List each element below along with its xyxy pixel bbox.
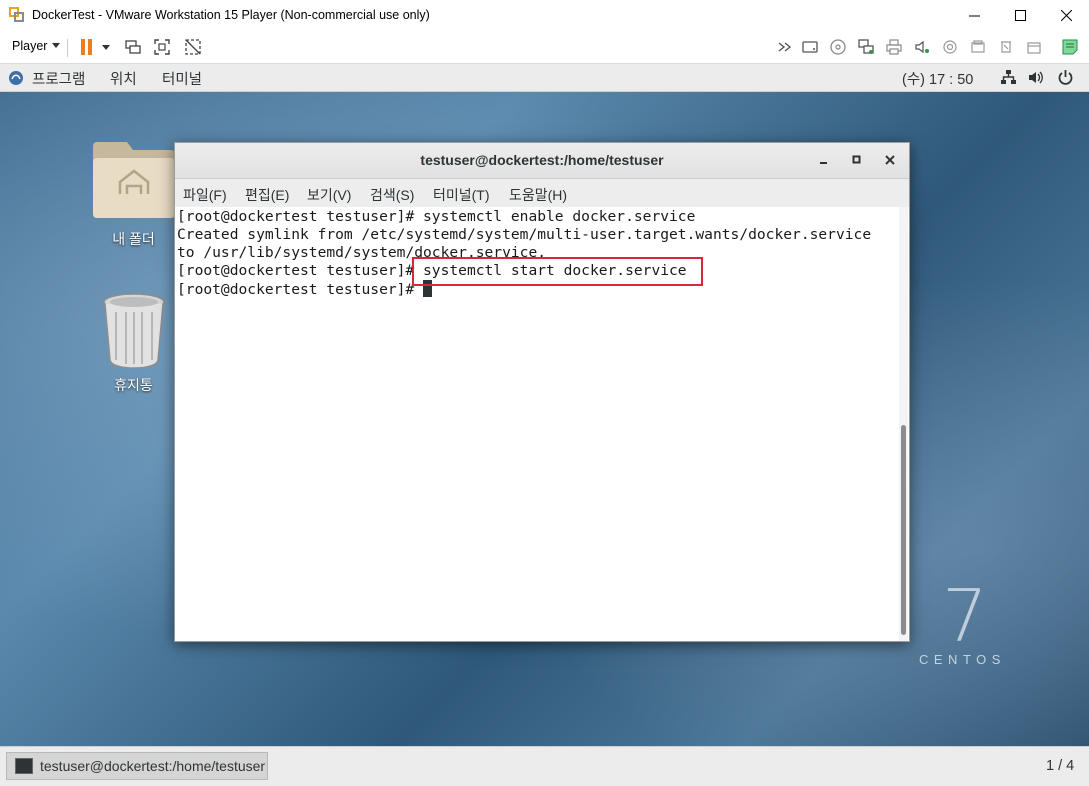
scrollbar-thumb[interactable] <box>901 425 906 635</box>
minimize-button[interactable] <box>951 0 997 31</box>
terminal-scrollbar[interactable] <box>899 207 908 641</box>
hard-disk-device-button[interactable] <box>801 38 819 56</box>
camera-device-button[interactable] <box>941 38 959 56</box>
menu-view[interactable]: 보기(V) <box>307 185 351 205</box>
send-ctrl-alt-del-button[interactable] <box>124 38 142 56</box>
desktop-icon-trash[interactable]: 휴지통 <box>86 292 181 395</box>
removable-device-button[interactable] <box>1025 38 1043 56</box>
minimize-icon <box>820 162 827 164</box>
unity-icon <box>185 39 201 55</box>
terminal-close-button[interactable] <box>882 152 898 168</box>
device-icon <box>1001 41 1011 53</box>
terminal-line: Created symlink from /etc/systemd/system… <box>177 226 872 243</box>
gnome-top-bar: 프로그램 위치 터미널 (수) 17 : 50 <box>0 64 1089 92</box>
terminal-minimize-button[interactable] <box>816 152 832 168</box>
terminal-prompt: [root@dockertest testuser]# <box>177 281 424 298</box>
home-folder-label: 내 폴더 <box>112 231 155 247</box>
menu-terminal[interactable]: 터미널(T) <box>433 185 490 205</box>
bluetooth-device-button[interactable] <box>997 38 1015 56</box>
workspace-indicator[interactable]: 1 / 4 <box>1046 758 1074 774</box>
chevron-down-icon[interactable] <box>102 45 110 50</box>
close-button[interactable] <box>1043 0 1089 31</box>
close-icon <box>885 155 895 165</box>
menu-help[interactable]: 도움말(H) <box>509 185 567 205</box>
window-title: DockerTest - VMware Workstation 15 Playe… <box>32 8 430 22</box>
close-icon <box>1060 10 1072 21</box>
trash-icon <box>102 293 165 369</box>
player-menu[interactable]: Player <box>12 39 61 53</box>
power-icon[interactable] <box>1057 69 1074 86</box>
terminal-maximize-button[interactable] <box>849 152 865 168</box>
toolbar-divider <box>67 39 68 57</box>
taskbar-window-label: testuser@dockertest:/home/testuser <box>40 758 266 774</box>
usb-icon <box>971 40 985 53</box>
desktop-icon-home-folder[interactable]: 내 폴더 <box>86 138 181 249</box>
gnome-taskbar: testuser@dockertest:/home/testuser 1 / 4 <box>0 746 1089 786</box>
cd-icon <box>830 39 846 55</box>
terminal-icon <box>15 758 33 774</box>
command-highlight-box <box>412 257 703 286</box>
menu-applications[interactable]: 프로그램 <box>32 68 85 89</box>
vmware-logo-icon <box>9 7 24 22</box>
minimize-icon <box>968 15 980 17</box>
fullscreen-icon <box>154 39 170 55</box>
pause-icon <box>81 39 85 55</box>
taskbar-window-button[interactable]: testuser@dockertest:/home/testuser <box>6 752 268 780</box>
terminal-menubar: 파일(F) 편집(E) 보기(V) 검색(S) 터미널(T) 도움말(H) <box>175 179 909 207</box>
maximize-icon <box>1014 10 1026 21</box>
folder-icon <box>92 142 175 218</box>
fullscreen-button[interactable] <box>153 38 171 56</box>
maximize-button[interactable] <box>997 0 1043 31</box>
applications-icon <box>9 71 23 85</box>
terminal-prompt-line: [root@dockertest testuser]# <box>177 280 433 299</box>
terminal-line: [root@dockertest testuser]# systemctl en… <box>177 208 696 225</box>
network-wired-icon[interactable] <box>1000 69 1017 86</box>
network-device-button[interactable] <box>857 38 875 56</box>
hard-disk-icon <box>802 41 818 53</box>
centos-brand-number: 7 <box>942 574 988 658</box>
terminal-header-bar[interactable]: testuser@dockertest:/home/testuser <box>175 143 909 179</box>
chevron-down-icon <box>52 43 61 48</box>
network-computers-icon <box>125 40 141 54</box>
webcam-icon <box>943 40 957 54</box>
double-chevron-icon <box>778 42 792 52</box>
network-icon <box>858 39 874 54</box>
terminal-title: testuser@dockertest:/home/testuser <box>420 152 664 168</box>
clock[interactable]: (수) 17 : 50 <box>902 68 973 89</box>
menu-edit[interactable]: 편집(E) <box>245 185 289 205</box>
trash-label: 휴지통 <box>114 377 153 393</box>
printer-icon <box>886 39 902 55</box>
vmware-title-bar: DockerTest - VMware Workstation 15 Playe… <box>0 0 1089 31</box>
vmware-toolbar: Player <box>0 31 1089 64</box>
menu-places[interactable]: 위치 <box>110 68 137 89</box>
player-menu-label: Player <box>12 39 48 53</box>
terminal-window: testuser@dockertest:/home/testuser 파일(F)… <box>174 142 910 642</box>
pause-icon-bar <box>88 39 92 55</box>
centos-brand-word: CENTOS <box>919 652 1006 667</box>
cd-dvd-device-button[interactable] <box>829 38 847 56</box>
note-icon <box>1062 39 1078 55</box>
volume-icon[interactable] <box>1027 69 1044 86</box>
maximize-icon <box>852 155 861 164</box>
sound-device-button[interactable] <box>913 38 931 56</box>
menu-file[interactable]: 파일(F) <box>183 185 227 205</box>
drive-icon <box>1027 42 1041 54</box>
forward-icon[interactable] <box>776 38 794 56</box>
menu-terminal[interactable]: 터미널 <box>162 68 202 89</box>
menu-search[interactable]: 검색(S) <box>370 185 414 205</box>
printer-device-button[interactable] <box>885 38 903 56</box>
usb-device-button[interactable] <box>969 38 987 56</box>
speaker-icon <box>915 40 929 54</box>
unity-button[interactable] <box>184 38 202 56</box>
message-log-button[interactable] <box>1061 38 1079 56</box>
